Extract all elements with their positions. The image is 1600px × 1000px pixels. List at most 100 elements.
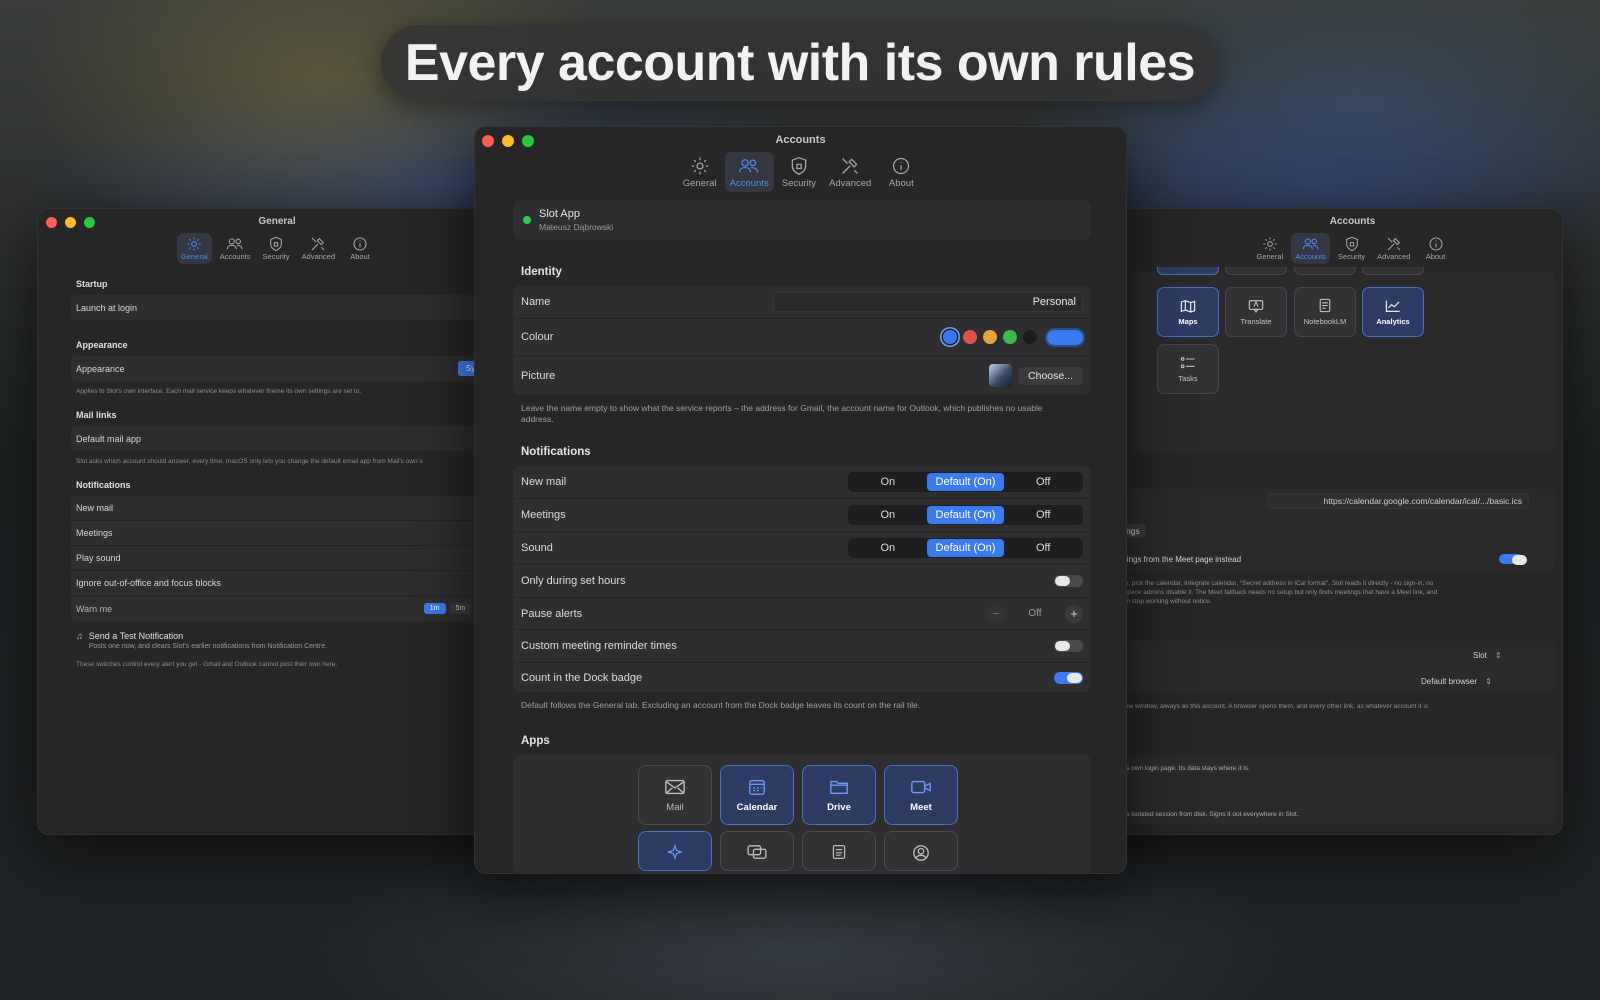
ignore-ooo-row[interactable]: Ignore out-of-office and focus blocks <box>71 571 516 596</box>
meet-fallback-toggle[interactable] <box>1499 554 1527 565</box>
custom-reminders-row: Custom meeting reminder times <box>513 630 1091 663</box>
tab-advanced[interactable]: Advanced <box>1373 233 1414 264</box>
app-tile-calendar[interactable]: Calendar <box>720 765 794 825</box>
app-tile-docs[interactable] <box>802 831 876 871</box>
tab-accounts[interactable]: Accounts <box>216 233 255 264</box>
tab-label: Advanced <box>829 178 872 189</box>
tab-general[interactable]: General <box>678 152 722 192</box>
warn-5m-option[interactable]: 5m <box>449 603 472 614</box>
plus-button[interactable]: + <box>1065 604 1083 623</box>
option-default[interactable]: Default (On) <box>926 506 1005 524</box>
tab-accounts[interactable]: Accounts <box>1291 233 1331 264</box>
account-header[interactable]: Slot App Mateusz Dąbrowski <box>513 200 1091 240</box>
app-tile-gemini[interactable] <box>638 831 712 871</box>
option-default[interactable]: Default (On) <box>926 473 1005 491</box>
app-label: Calendar <box>736 801 778 813</box>
contact-icon <box>913 845 929 861</box>
app-tile-maps[interactable]: Maps <box>1157 287 1219 337</box>
tab-label: General <box>1256 252 1284 261</box>
window-title: General <box>258 216 296 227</box>
tab-security[interactable]: Security <box>1334 233 1369 264</box>
app-tile-partial <box>1362 267 1424 275</box>
app-tile-translate[interactable]: Translate <box>1225 287 1287 337</box>
analytics-icon <box>1385 300 1400 312</box>
row-label: Meetings <box>76 528 113 538</box>
tab-advanced[interactable]: Advanced <box>298 233 339 264</box>
browser-select[interactable]: Default browser ⇕ <box>1421 677 1492 686</box>
option-default[interactable]: Default (On) <box>926 539 1005 557</box>
tab-advanced[interactable]: Advanced <box>824 152 876 192</box>
tab-general[interactable]: General <box>1253 233 1288 264</box>
identity-note: Leave the name empty to show what the se… <box>521 403 1043 424</box>
chevron-updown-icon: ⇕ <box>1495 651 1502 660</box>
colour-swatch-blue[interactable] <box>943 330 957 344</box>
send-test-notification[interactable]: ♫ Send a Test Notification Posts one now… <box>71 625 516 660</box>
warn-1m-option[interactable]: 1m <box>423 603 446 614</box>
tab-security[interactable]: Security <box>777 152 821 192</box>
tab-security[interactable]: Security <box>259 233 294 264</box>
option-on[interactable]: On <box>849 506 927 524</box>
status-dot <box>523 216 531 224</box>
option-off[interactable]: Off <box>1004 539 1082 557</box>
app-tile-notebooklm[interactable]: NotebookLM <box>1294 287 1356 337</box>
app-tile-drive[interactable]: Drive <box>802 765 876 825</box>
appearance-row: Appearance SystemL <box>71 356 516 381</box>
minus-button[interactable]: − <box>987 604 1005 623</box>
option-off[interactable]: Off <box>1004 473 1082 491</box>
row-label: Pause alerts <box>521 607 583 620</box>
tab-about[interactable]: About <box>343 233 377 264</box>
option-off[interactable]: Off <box>1004 506 1082 524</box>
tab-label: Security <box>1338 252 1366 261</box>
row-label: Count in the Dock badge <box>521 671 643 684</box>
window-title: Accounts <box>1329 216 1376 227</box>
info-icon <box>893 157 910 175</box>
default-mail-app-row[interactable]: Default mail app <box>71 426 516 451</box>
picture-label: Picture <box>521 369 556 382</box>
tab-about[interactable]: About <box>879 152 923 192</box>
ical-url-field[interactable]: https://calendar.google.com/calendar/ica… <box>1267 493 1529 509</box>
meetings-row[interactable]: Meetings <box>71 521 516 546</box>
tab-about[interactable]: About <box>1419 233 1453 264</box>
colour-swatch-orange[interactable] <box>983 330 997 344</box>
tab-general[interactable]: General <box>177 233 212 264</box>
app-tile-mail[interactable]: Mail <box>638 765 712 825</box>
colour-picker <box>943 329 1083 345</box>
colour-swatch-green[interactable] <box>1003 330 1017 344</box>
toolbar-tabs: General Accounts Security Advanced About <box>475 152 1126 192</box>
app-tile-tasks[interactable]: Tasks <box>1157 344 1219 394</box>
open-in-select[interactable]: Slot ⇕ <box>1473 651 1502 660</box>
custom-reminders-toggle[interactable] <box>1054 640 1083 652</box>
app-tile-chat[interactable] <box>720 831 794 871</box>
general-content: Startup Launch at login Appearance Appea… <box>71 279 516 683</box>
colour-label: Colour <box>521 331 554 343</box>
only-hours-toggle[interactable] <box>1054 575 1083 587</box>
new-mail-row[interactable]: New mail <box>71 496 516 521</box>
name-field[interactable]: Personal <box>773 292 1083 312</box>
app-tile-meet[interactable]: Meet <box>884 765 958 825</box>
app-tile-contacts[interactable] <box>884 831 958 871</box>
warn-me-row: Warn me 1m 5m 10m 15r <box>71 596 516 621</box>
video-icon <box>911 780 931 793</box>
launch-at-login-row[interactable]: Launch at login <box>71 295 516 320</box>
tab-accounts[interactable]: Accounts <box>724 152 774 192</box>
choose-picture-button[interactable]: Choose... <box>1018 366 1083 385</box>
section-appearance: Appearance <box>76 340 128 350</box>
appearance-note: Applies to Slot's own interface. Each ma… <box>76 388 362 395</box>
toolbar-tabs: General Accounts Security Advanced About <box>38 233 516 264</box>
play-sound-row[interactable]: Play sound <box>71 546 516 571</box>
dock-badge-toggle[interactable] <box>1054 671 1083 684</box>
notifications-card: New mail On Default (On) Off Meetings On… <box>513 466 1091 692</box>
option-on[interactable]: On <box>849 473 927 491</box>
colour-swatch-black[interactable] <box>1023 330 1037 344</box>
tab-label: About <box>888 178 914 189</box>
custom-colour-well[interactable] <box>1047 329 1083 345</box>
translate-icon <box>1248 299 1264 313</box>
row-label: Custom meeting reminder times <box>521 640 677 652</box>
app-tile-analytics[interactable]: Analytics <box>1362 287 1424 337</box>
window-title: Accounts <box>775 134 826 146</box>
app-label: Mail <box>666 801 684 813</box>
colour-swatch-red[interactable] <box>963 330 977 344</box>
identity-card: Name Personal Colour Picture Choose... <box>513 286 1091 395</box>
option-on[interactable]: On <box>849 539 927 557</box>
section-identity: Identity <box>521 266 562 278</box>
